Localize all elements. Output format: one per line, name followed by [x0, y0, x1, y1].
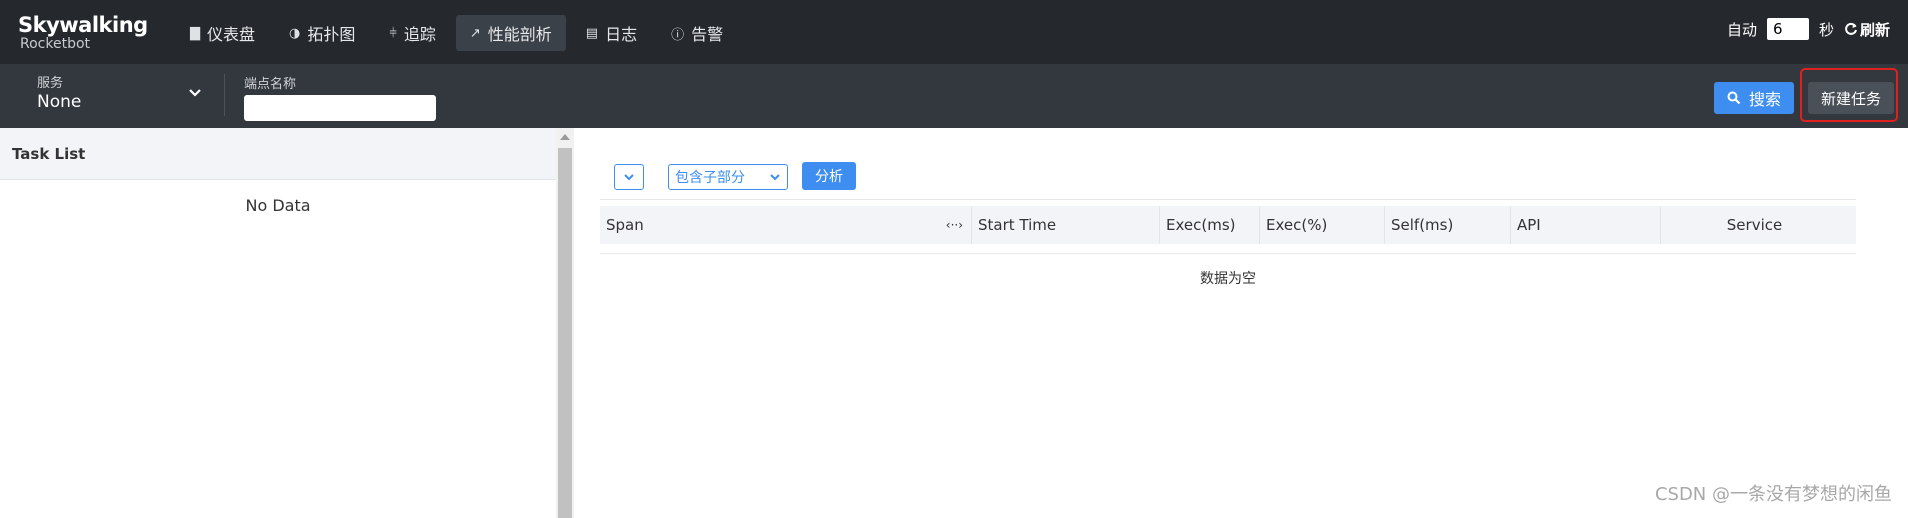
- analysis-mode-select[interactable]: 包含子部分: [668, 164, 788, 190]
- column-label: API: [1517, 216, 1541, 234]
- column-header-span: Span ‹··›: [600, 206, 972, 244]
- scrollbar-thumb[interactable]: [558, 148, 572, 518]
- column-label: Span: [606, 216, 644, 234]
- annotation-highlight-box: [1800, 68, 1898, 122]
- nav-item-topology[interactable]: ◑ 拓扑图: [275, 15, 369, 51]
- toolbar-divider: [224, 74, 225, 116]
- column-label: Exec(%): [1266, 216, 1328, 234]
- segment-selector[interactable]: [614, 164, 644, 190]
- nav-item-profile[interactable]: ↗ 性能剖析: [455, 15, 566, 51]
- task-list-empty: No Data: [245, 196, 311, 215]
- table-divider: [600, 253, 1856, 254]
- profile-line-icon: ↗: [469, 25, 481, 41]
- top-nav-bar: Skywalking Rocketbot ▇ 仪表盘 ◑ 拓扑图 ⫩ 追踪 ↗ …: [0, 0, 1908, 64]
- column-header-api: API: [1511, 206, 1661, 244]
- column-header-exec-pct: Exec(%): [1260, 206, 1385, 244]
- service-label: 服务: [37, 76, 64, 91]
- column-header-self-ms: Self(ms): [1385, 206, 1511, 244]
- refresh-interval-input[interactable]: [1766, 18, 1809, 40]
- column-label: Self(ms): [1391, 216, 1454, 234]
- column-header-exec-ms: Exec(ms): [1160, 206, 1260, 244]
- nav-label: 日志: [605, 25, 638, 44]
- search-label: 搜索: [1748, 90, 1781, 109]
- scroll-up-arrow-icon[interactable]: [560, 134, 570, 140]
- auto-refresh-label[interactable]: 自动: [1727, 19, 1757, 40]
- trace-icon: ⫩: [389, 25, 397, 41]
- table-header: Span ‹··› Start Time Exec(ms) Exec(%) Se…: [600, 206, 1856, 244]
- analyze-label: 分析: [815, 169, 843, 185]
- chevron-down-icon: [624, 174, 634, 181]
- topology-icon: ◑: [289, 25, 301, 41]
- filter-toolbar: 服务 None 端点名称: [0, 64, 1908, 128]
- main-nav: ▇ 仪表盘 ◑ 拓扑图 ⫩ 追踪 ↗ 性能剖析 ▤ 日志 ⓘ 告警: [176, 15, 737, 51]
- nav-item-log[interactable]: ▤ 日志: [572, 15, 651, 51]
- bar-chart-icon: ▇: [190, 25, 200, 41]
- watermark: CSDN @一条没有梦想的闲鱼: [1654, 484, 1892, 505]
- logo-subtitle: Rocketbot: [20, 36, 91, 52]
- chevron-down-icon: [189, 89, 201, 97]
- nav-label: 仪表盘: [207, 25, 256, 44]
- column-header-start-time: Start Time: [972, 206, 1160, 244]
- logo-title: Skywalking: [18, 13, 148, 37]
- refresh-label: 刷新: [1859, 20, 1890, 39]
- column-label: Exec(ms): [1166, 216, 1236, 234]
- resize-arrows-icon[interactable]: ‹··›: [946, 218, 963, 232]
- search-button[interactable]: 搜索: [1714, 82, 1794, 114]
- column-header-service: Service: [1661, 206, 1848, 244]
- logo[interactable]: Skywalking Rocketbot: [18, 14, 148, 52]
- refresh-icon: [1845, 22, 1857, 35]
- column-label: Service: [1726, 216, 1783, 234]
- nav-label: 告警: [691, 25, 724, 44]
- search-icon: [1727, 91, 1741, 105]
- profile-analysis-panel: 包含子部分 分析 Span ‹··› Start Time Exec(ms) E…: [574, 128, 1908, 518]
- task-list-scrollbar[interactable]: [556, 128, 574, 518]
- log-icon: ▤: [585, 25, 599, 41]
- column-label: Start Time: [978, 216, 1057, 234]
- analysis-mode-value: 包含子部分: [675, 170, 745, 186]
- endpoint-label: 端点名称: [244, 77, 297, 92]
- auto-refresh: 自动 秒 刷新: [1727, 18, 1890, 40]
- task-list-title: Task List: [0, 128, 556, 180]
- analyze-button[interactable]: 分析: [802, 162, 856, 190]
- nav-label: 拓扑图: [307, 25, 356, 44]
- endpoint-filter: 端点名称: [244, 73, 436, 121]
- table-divider: [600, 199, 1856, 200]
- task-list-panel: Task List No Data: [0, 128, 556, 518]
- nav-label: 追踪: [403, 25, 436, 44]
- service-selector[interactable]: 服务 None: [37, 72, 202, 112]
- refresh-interval-unit: 秒: [1818, 20, 1834, 39]
- nav-item-dashboard[interactable]: ▇ 仪表盘: [176, 15, 269, 51]
- table-empty: 数据为空: [1200, 271, 1256, 287]
- chevron-down-icon: [770, 174, 780, 181]
- nav-item-alarm[interactable]: ⓘ 告警: [657, 15, 737, 51]
- nav-label: 性能剖析: [487, 25, 552, 44]
- refresh-button[interactable]: 刷新: [1844, 19, 1890, 40]
- alarm-icon: ⓘ: [671, 27, 685, 43]
- endpoint-input[interactable]: [244, 95, 436, 121]
- service-value: None: [37, 92, 82, 112]
- nav-item-trace[interactable]: ⫩ 追踪: [375, 15, 449, 51]
